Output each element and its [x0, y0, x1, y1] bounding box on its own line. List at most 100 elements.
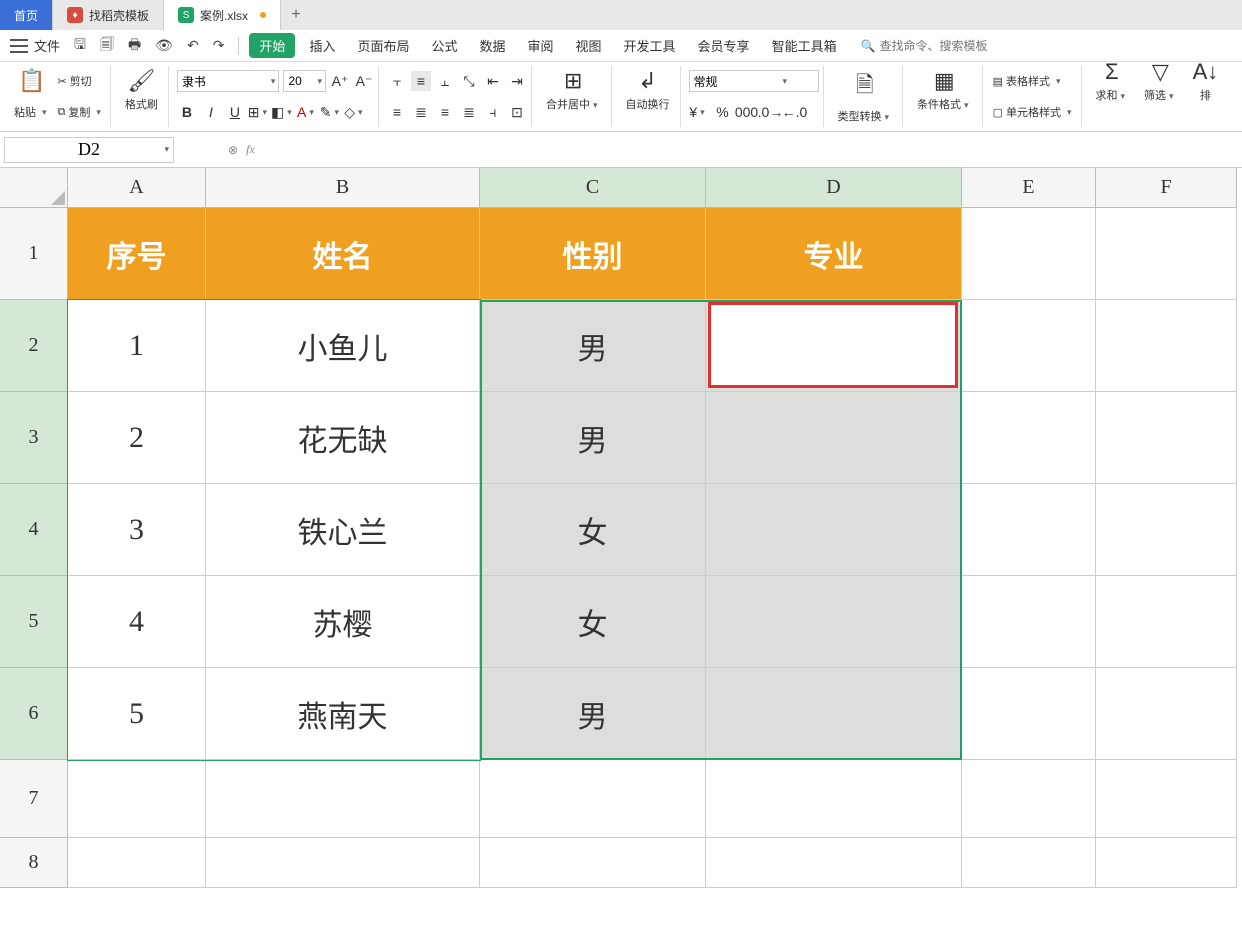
cell-E2[interactable]: [962, 300, 1096, 392]
tab-templates[interactable]: ♦ 找稻壳模板: [53, 0, 164, 30]
cell-B8[interactable]: [206, 838, 480, 888]
font-color-button[interactable]: A▾: [297, 102, 317, 122]
col-header-B[interactable]: B: [206, 168, 480, 208]
align-bottom-icon[interactable]: ⫠: [435, 71, 455, 91]
ribbon-tab-layout[interactable]: 页面布局: [349, 32, 417, 59]
cell-E4[interactable]: [962, 484, 1096, 576]
inc-decimal-icon[interactable]: .0→: [761, 102, 781, 122]
filter-button[interactable]: ▽筛选▾: [1138, 57, 1183, 105]
col-header-A[interactable]: A: [68, 168, 206, 208]
cell-A5[interactable]: 4: [68, 576, 206, 668]
align-middle-icon[interactable]: ≡: [411, 71, 431, 91]
redo-icon[interactable]: ↷: [209, 35, 229, 56]
cell-A3[interactable]: 2: [68, 392, 206, 484]
cell-C1[interactable]: 性别: [480, 208, 706, 300]
cell-E1[interactable]: [962, 208, 1096, 300]
cell-C6[interactable]: 男: [480, 668, 706, 760]
cell-F1[interactable]: [1096, 208, 1237, 300]
cell-C3[interactable]: 男: [480, 392, 706, 484]
cell-C2[interactable]: 男: [480, 300, 706, 392]
cell-B7[interactable]: [206, 760, 480, 838]
cell-E8[interactable]: [962, 838, 1096, 888]
paste-button[interactable]: 📋: [12, 66, 51, 96]
align-top-icon[interactable]: ⫟: [387, 71, 407, 91]
cell-A1[interactable]: 序号: [68, 208, 206, 300]
distribute-icon[interactable]: ⫞: [483, 102, 503, 122]
col-header-F[interactable]: F: [1096, 168, 1237, 208]
ribbon-tab-formula[interactable]: 公式: [423, 32, 465, 59]
row-header-4[interactable]: 4: [0, 484, 68, 576]
print-icon[interactable]: 🖶: [124, 32, 145, 60]
cell-F7[interactable]: [1096, 760, 1237, 838]
tab-add[interactable]: +: [281, 0, 311, 30]
cancel-fx-icon[interactable]: ⊗: [228, 143, 238, 157]
save-as-icon[interactable]: 🗐: [96, 32, 118, 60]
cond-format-button[interactable]: ▦条件格式▾: [911, 66, 978, 114]
cell-D5[interactable]: [706, 576, 962, 668]
cell-D8[interactable]: [706, 838, 962, 888]
row-header-5[interactable]: 5: [0, 576, 68, 668]
cell-E5[interactable]: [962, 576, 1096, 668]
underline-button[interactable]: U: [225, 102, 245, 122]
save-icon[interactable]: 🖫: [70, 32, 90, 60]
copy-button[interactable]: ⧉复制▾: [56, 102, 106, 122]
font-size[interactable]: ▾: [283, 70, 326, 92]
name-box-input[interactable]: [5, 139, 173, 160]
name-box[interactable]: ▾: [4, 137, 174, 163]
cell-E3[interactable]: [962, 392, 1096, 484]
align-left-icon[interactable]: ≡: [387, 102, 407, 122]
cell-D4[interactable]: [706, 484, 962, 576]
cell-F2[interactable]: [1096, 300, 1237, 392]
paste-label[interactable]: 粘贴▾: [12, 102, 52, 122]
cell-E7[interactable]: [962, 760, 1096, 838]
cell-B6[interactable]: 燕南天: [206, 668, 480, 760]
chevron-down-icon[interactable]: ▾: [164, 144, 169, 155]
sum-button[interactable]: Σ求和▾: [1090, 57, 1135, 105]
ribbon-tab-insert[interactable]: 插入: [301, 32, 343, 59]
cell-D3[interactable]: [706, 392, 962, 484]
print-preview-icon[interactable]: 👁: [151, 35, 177, 56]
border-button[interactable]: ⊞▾: [249, 102, 269, 122]
cell-A7[interactable]: [68, 760, 206, 838]
ribbon-tab-view[interactable]: 视图: [568, 32, 610, 59]
cell-A2[interactable]: 1: [68, 300, 206, 392]
col-header-C[interactable]: C: [480, 168, 706, 208]
wrap-button[interactable]: ↲自动换行: [620, 66, 676, 114]
row-header-6[interactable]: 6: [0, 668, 68, 760]
percent-icon[interactable]: %: [713, 102, 733, 122]
highlight-button[interactable]: ✎▾: [321, 102, 341, 122]
align-center-icon[interactable]: ≣: [411, 102, 431, 122]
file-menu[interactable]: 文件: [34, 36, 60, 55]
cell-A6[interactable]: 5: [68, 668, 206, 760]
comma-icon[interactable]: 000: [737, 102, 757, 122]
orientation-icon[interactable]: ⤡: [459, 71, 479, 91]
bold-button[interactable]: B: [177, 102, 197, 122]
tab-home[interactable]: 首页: [0, 0, 53, 30]
italic-button[interactable]: I: [201, 102, 221, 122]
tab-file[interactable]: S 案例.xlsx: [164, 0, 281, 30]
col-header-E[interactable]: E: [962, 168, 1096, 208]
cell-E6[interactable]: [962, 668, 1096, 760]
ribbon-tab-data[interactable]: 数据: [471, 32, 513, 59]
font-selector[interactable]: ▾: [177, 70, 280, 92]
number-format[interactable]: ▾: [689, 70, 819, 92]
cell-C8[interactable]: [480, 838, 706, 888]
dec-decimal-icon[interactable]: ←.0: [785, 102, 805, 122]
shrink-icon[interactable]: ⊡: [507, 102, 527, 122]
ribbon-tab-member[interactable]: 会员专享: [690, 32, 758, 59]
undo-icon[interactable]: ↶: [183, 35, 203, 56]
col-header-D[interactable]: D: [706, 168, 962, 208]
table-style-button[interactable]: ▤表格样式▾: [991, 71, 1066, 91]
align-right-icon[interactable]: ≡: [435, 102, 455, 122]
cell-D6[interactable]: [706, 668, 962, 760]
ribbon-tab-review[interactable]: 审阅: [520, 32, 562, 59]
cell-F4[interactable]: [1096, 484, 1237, 576]
justify-icon[interactable]: ≣: [459, 102, 479, 122]
type-convert-button[interactable]: 🗎类型转换▾: [832, 66, 899, 126]
fill-color-button[interactable]: ◧▾: [273, 102, 293, 122]
cell-B4[interactable]: 铁心兰: [206, 484, 480, 576]
cell-F8[interactable]: [1096, 838, 1237, 888]
cell-B2[interactable]: 小鱼儿: [206, 300, 480, 392]
cell-A8[interactable]: [68, 838, 206, 888]
cell-A4[interactable]: 3: [68, 484, 206, 576]
